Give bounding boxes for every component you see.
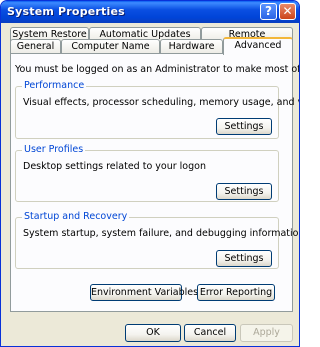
ok-button[interactable]: OK — [125, 324, 181, 342]
error-reporting-button[interactable]: Error Reporting — [197, 284, 275, 301]
performance-settings-button[interactable]: Settings — [216, 118, 272, 135]
startup-recovery-description: System startup, system failure, and debu… — [23, 228, 300, 239]
tab-general[interactable]: General — [10, 39, 61, 54]
cancel-button[interactable]: Cancel — [184, 324, 236, 342]
close-icon: ✕ — [282, 4, 293, 18]
user-profiles-description: Desktop settings related to your logon — [23, 161, 206, 172]
window-title: System Properties — [7, 5, 125, 18]
user-profiles-group-title: User Profiles — [22, 144, 86, 155]
tab-advanced[interactable]: Advanced — [223, 37, 293, 55]
environment-variables-button[interactable]: Environment Variables — [90, 284, 198, 301]
tab-computer-name[interactable]: Computer Name — [61, 39, 160, 54]
help-button[interactable]: ? — [260, 3, 277, 20]
apply-button[interactable]: Apply — [240, 324, 293, 342]
performance-group-title: Performance — [22, 80, 87, 91]
tab-hardware[interactable]: Hardware — [160, 39, 223, 54]
system-properties-dialog: System Properties ? ✕ System Restore Aut… — [0, 0, 300, 347]
performance-description: Visual effects, processor scheduling, me… — [23, 97, 299, 108]
user-profiles-settings-button[interactable]: Settings — [216, 183, 272, 200]
title-bar[interactable]: System Properties ? ✕ — [1, 1, 299, 23]
admin-notice: You must be logged on as an Administrato… — [15, 64, 300, 75]
close-button[interactable]: ✕ — [279, 3, 296, 20]
startup-recovery-settings-button[interactable]: Settings — [216, 250, 272, 267]
help-icon: ? — [265, 4, 272, 18]
startup-recovery-group-title: Startup and Recovery — [22, 211, 130, 222]
